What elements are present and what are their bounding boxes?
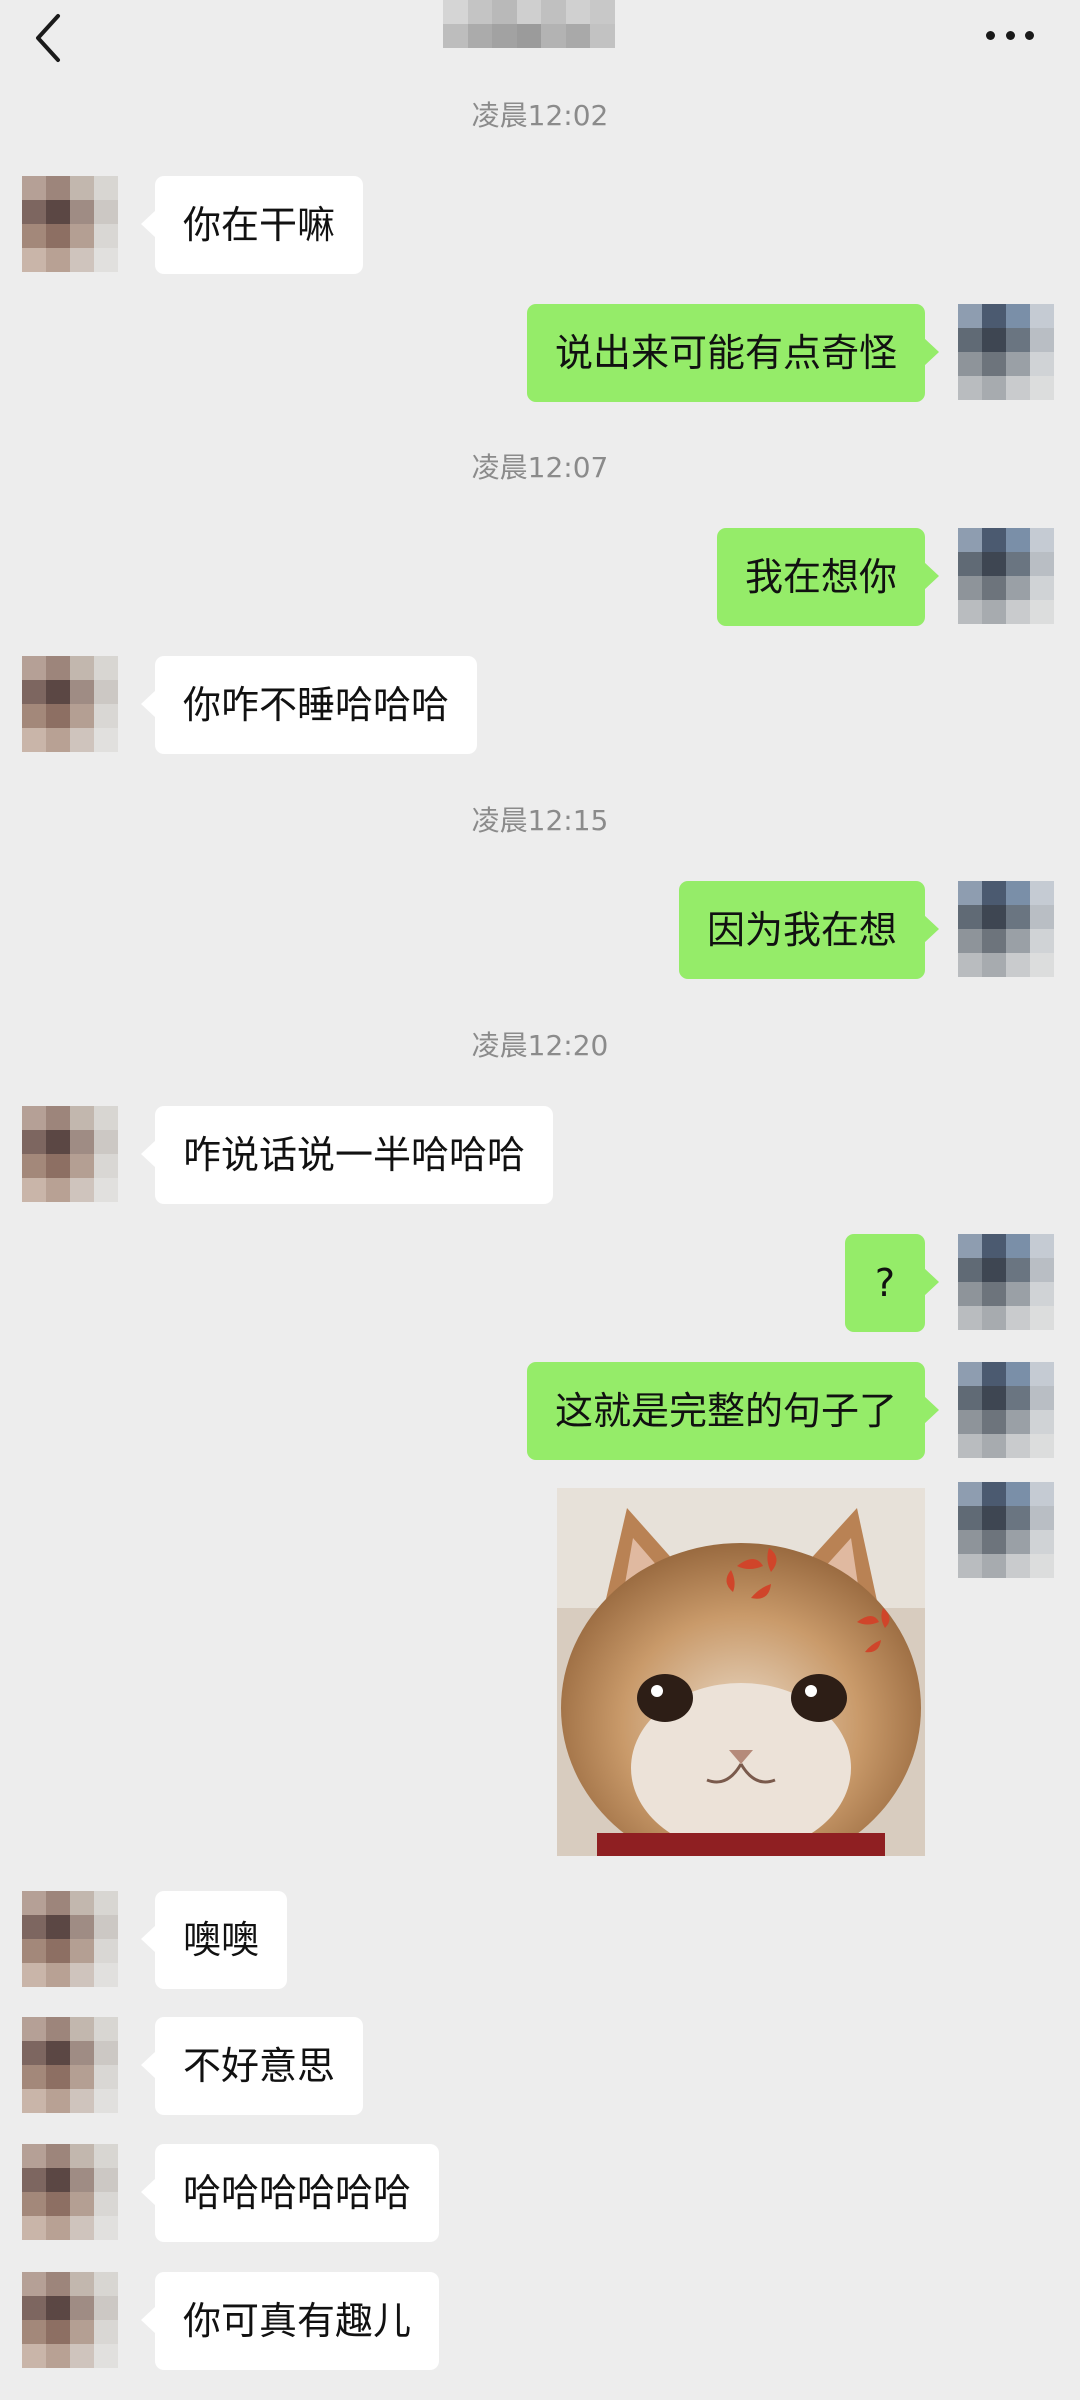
outgoing-message-bubble[interactable]: 因为我在想 (678, 881, 940, 979)
angry-cat-sticker[interactable] (557, 1488, 925, 1856)
contact-avatar[interactable] (22, 2272, 118, 2368)
chat-screen: 凌晨12:02 凌晨12:07 凌晨12:15 凌晨12:20 你在干嘛 说出来… (0, 0, 1080, 2400)
outgoing-message-bubble[interactable]: 说出来可能有点奇怪 (526, 304, 940, 402)
incoming-message-bubble[interactable]: 哈哈哈哈哈哈 (140, 2144, 440, 2242)
outgoing-message-bubble[interactable]: 我在想你 (716, 528, 940, 626)
incoming-message-bubble[interactable]: 不好意思 (140, 2017, 364, 2115)
chat-header (0, 0, 1080, 88)
incoming-message-bubble[interactable]: 你在干嘛 (140, 176, 364, 274)
my-avatar[interactable] (958, 1234, 1054, 1330)
incoming-message-bubble[interactable]: 你咋不睡哈哈哈 (140, 656, 478, 754)
timestamp: 凌晨12:15 (471, 804, 609, 837)
timestamp: 凌晨12:07 (471, 451, 609, 484)
incoming-message-bubble[interactable]: 噢噢 (140, 1891, 288, 1989)
outgoing-message-bubble[interactable]: ? (845, 1234, 939, 1332)
contact-avatar[interactable] (22, 656, 118, 752)
my-avatar[interactable] (958, 528, 1054, 624)
my-avatar[interactable] (958, 1362, 1054, 1458)
incoming-message-bubble[interactable]: 咋说话说一半哈哈哈 (140, 1106, 554, 1204)
timestamp: 凌晨12:20 (471, 1029, 609, 1062)
more-options-icon[interactable] (980, 20, 1040, 50)
my-avatar[interactable] (958, 304, 1054, 400)
timestamp: 凌晨12:02 (471, 99, 609, 132)
my-avatar[interactable] (958, 881, 1054, 977)
my-avatar[interactable] (958, 1482, 1054, 1578)
contact-avatar[interactable] (22, 1891, 118, 1987)
contact-avatar[interactable] (22, 1106, 118, 1202)
contact-name-obscured (443, 0, 615, 48)
outgoing-message-bubble[interactable]: 这就是完整的句子了 (526, 1362, 940, 1460)
incoming-message-bubble[interactable]: 你可真有趣儿 (140, 2272, 440, 2370)
back-icon[interactable] (22, 8, 82, 68)
contact-avatar[interactable] (22, 2017, 118, 2113)
contact-avatar[interactable] (22, 176, 118, 272)
contact-avatar[interactable] (22, 2144, 118, 2240)
